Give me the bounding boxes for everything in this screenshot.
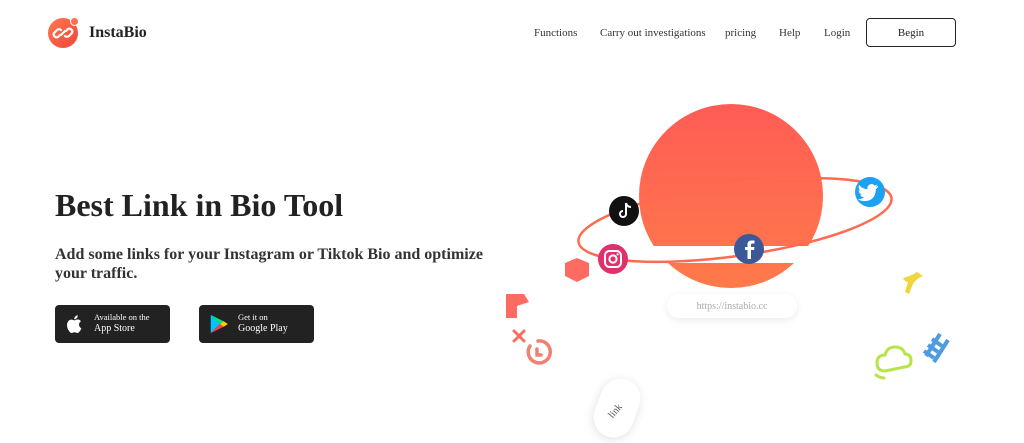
link-logo-icon	[48, 17, 79, 48]
google-play-icon	[210, 314, 228, 334]
brand-name: InstaBio	[89, 24, 147, 41]
nav-functions[interactable]: Functions	[534, 27, 577, 39]
url-pill: https://instabio.cc	[667, 294, 797, 318]
cross-shape	[512, 329, 526, 343]
yellow-bolt-shape	[903, 272, 923, 294]
google-play-label: Google Play	[238, 323, 288, 335]
app-store-button[interactable]: Available on the App Store	[55, 305, 170, 343]
twitter-icon	[855, 177, 885, 207]
app-store-small-label: Available on the	[94, 312, 150, 323]
hexagon-shape	[565, 258, 589, 282]
ladder-shape	[922, 332, 950, 364]
link-pill-label: link	[606, 401, 625, 421]
facebook-icon	[734, 234, 764, 264]
nav-pricing[interactable]: pricing	[725, 27, 756, 39]
nav-help[interactable]: Help	[779, 27, 800, 39]
tiktok-icon	[609, 196, 639, 226]
begin-button[interactable]: Begin	[866, 18, 956, 47]
link-pill: link	[587, 372, 647, 443]
refresh-shape	[526, 339, 553, 365]
flag-shape	[506, 294, 529, 318]
apple-icon	[67, 315, 82, 333]
cloud-shape	[874, 345, 913, 380]
instagram-icon	[598, 244, 628, 274]
google-play-small-label: Get it on	[238, 312, 268, 323]
planet-graphic	[639, 104, 823, 288]
nav-login[interactable]: Login	[824, 27, 850, 39]
brand-logo[interactable]: InstaBio	[48, 17, 147, 48]
google-play-button[interactable]: Get it on Google Play	[199, 305, 314, 343]
orbit-ring	[577, 176, 893, 264]
hero-subtitle: Add some links for your Instagram or Tik…	[55, 246, 483, 283]
nav-investigations[interactable]: Carry out investigations	[600, 27, 706, 39]
hero-title: Best Link in Bio Tool	[55, 187, 344, 223]
app-store-label: App Store	[94, 323, 135, 335]
